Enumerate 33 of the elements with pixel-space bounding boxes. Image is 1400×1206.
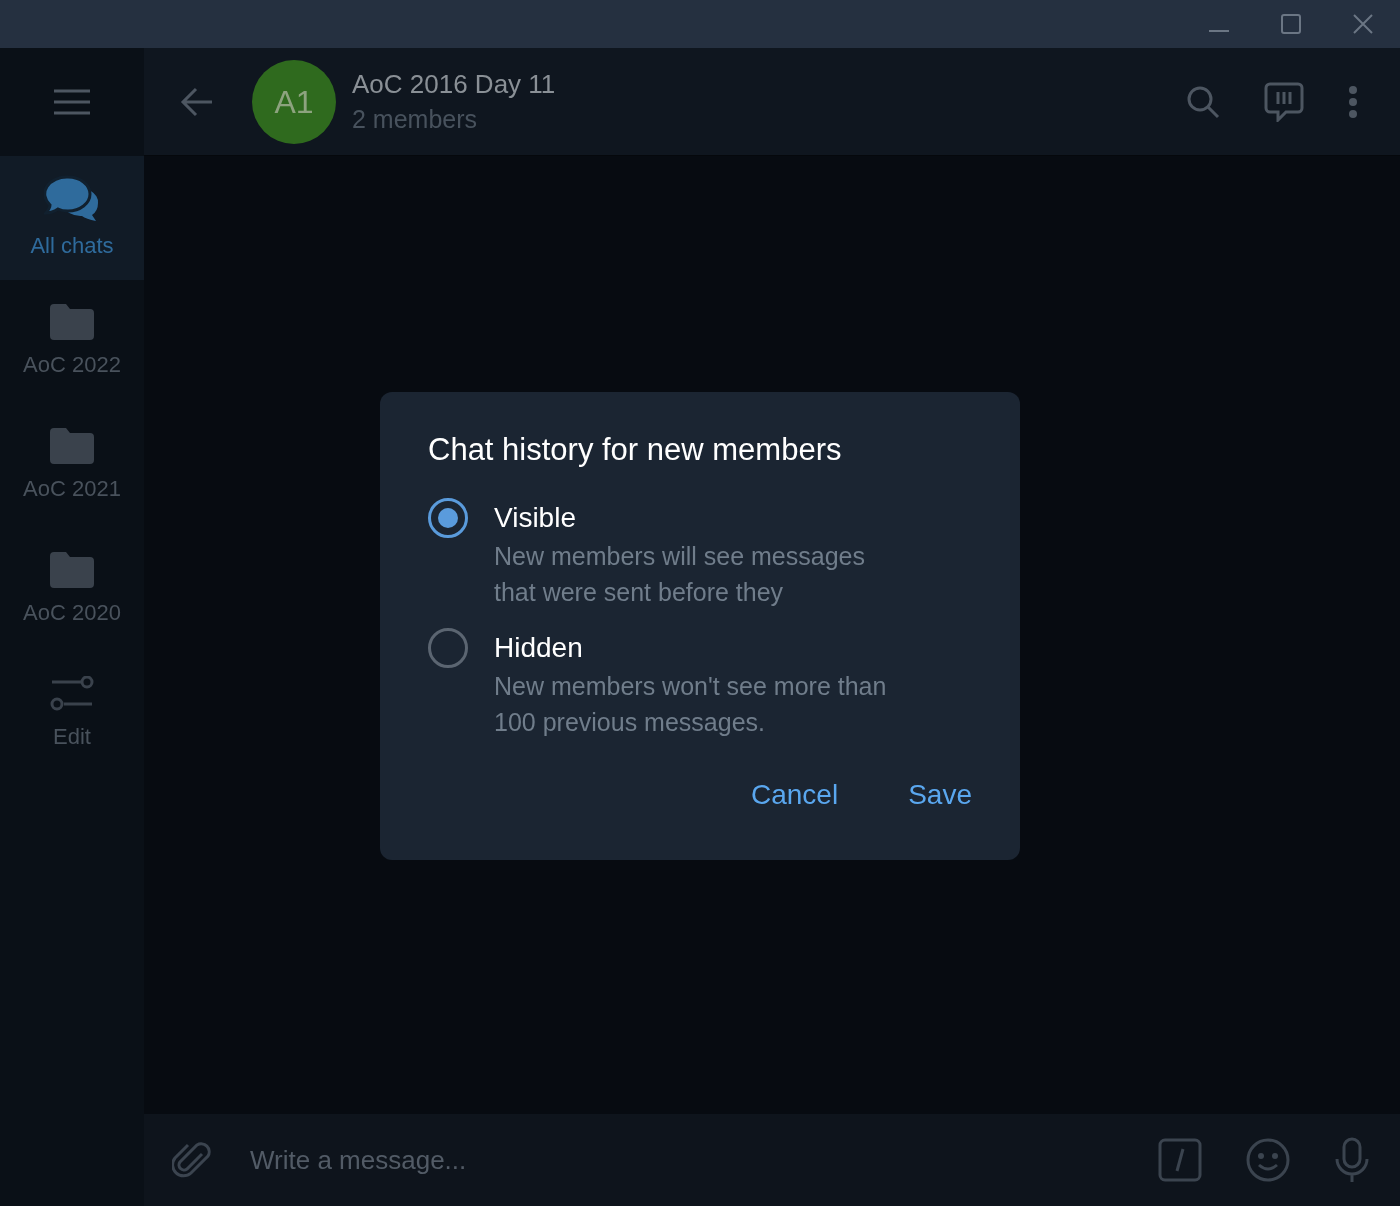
dialog-title: Chat history for new members	[428, 431, 843, 469]
avatar: A1	[252, 59, 336, 144]
smiley-icon[interactable]	[1246, 1138, 1290, 1182]
back-icon[interactable]	[180, 86, 214, 117]
microphone-icon[interactable]	[1334, 1137, 1370, 1183]
folder-tab[interactable]: AoC 2021	[0, 404, 144, 528]
folder-tab[interactable]: All chats	[0, 156, 144, 280]
search-icon[interactable]	[1186, 84, 1220, 119]
folder-tab[interactable]: AoC 2022	[0, 280, 144, 404]
message-input[interactable]: Write a message...	[250, 1140, 1158, 1180]
member-count: 2 members	[352, 103, 479, 135]
sliders-icon	[50, 675, 94, 712]
option-label: Hidden	[494, 631, 584, 665]
folder-icon	[50, 427, 94, 464]
folder-tab[interactable]: Edit	[0, 652, 144, 776]
folder-icon	[50, 303, 94, 340]
option-label: Visible	[494, 501, 577, 535]
maximize-icon[interactable]	[1280, 13, 1302, 35]
chat-bubbles-icon	[44, 174, 100, 221]
option-description: New members will see messages that were sent before they	[494, 541, 866, 608]
menu-icon[interactable]	[53, 89, 91, 115]
more-icon[interactable]	[1348, 84, 1358, 119]
radio-button[interactable]	[428, 628, 468, 668]
speech-bubble-icon[interactable]	[1264, 81, 1304, 122]
close-icon[interactable]	[1352, 13, 1374, 35]
chat-title: AoC 2016 Day 11	[352, 67, 556, 101]
folder-icon	[50, 551, 94, 588]
option-description: New members won't see more than 100 previous messages.	[494, 671, 888, 738]
dialog-button[interactable]: Save	[892, 766, 988, 824]
folder-tab[interactable]: AoC 2020	[0, 528, 144, 652]
radio-button[interactable]	[428, 498, 468, 538]
slash-command-icon[interactable]	[1158, 1138, 1202, 1182]
dialog-button[interactable]: Cancel	[735, 766, 855, 824]
